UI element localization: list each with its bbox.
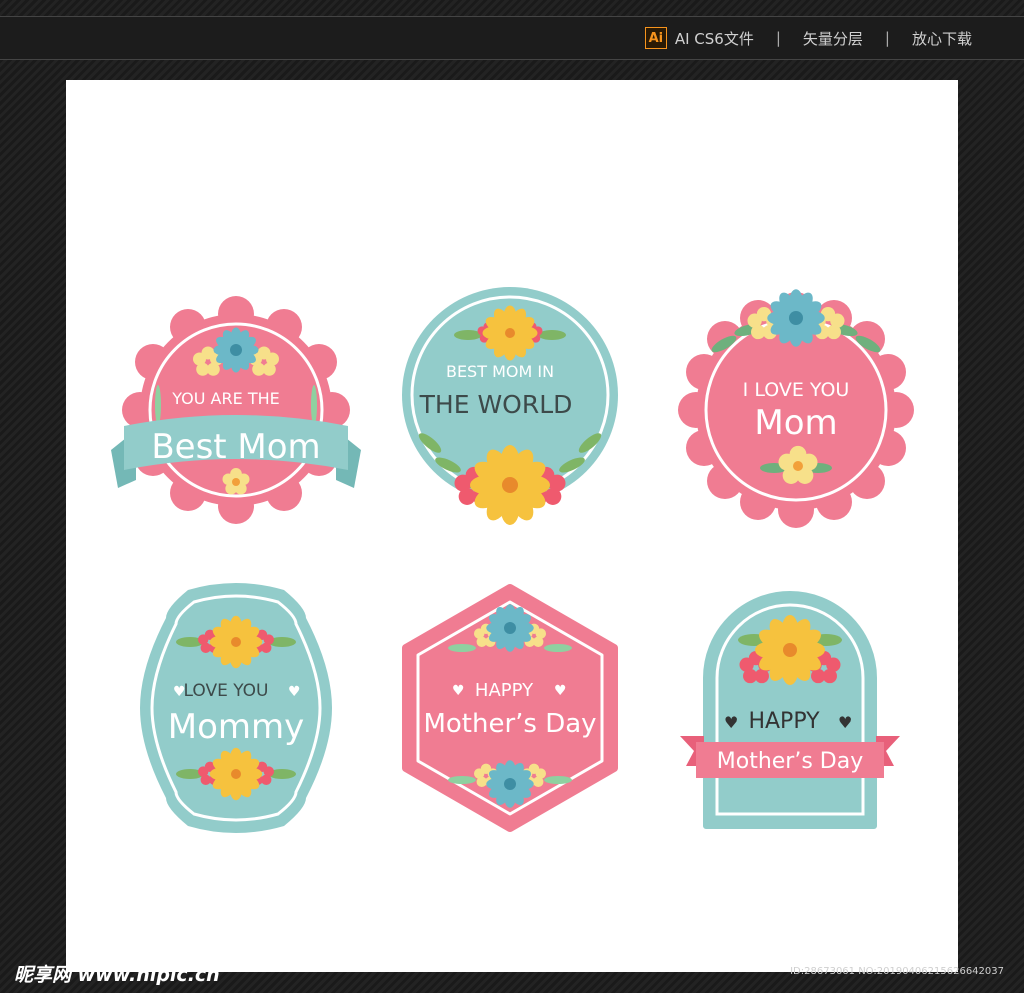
- artboard: YOU ARE THE Best Mom BEST MOM IN THE WOR…: [66, 80, 958, 972]
- illustrator-icon: Ai: [644, 27, 667, 49]
- badge-mommy-line2: Mommy: [168, 707, 305, 747]
- watermark-site: 昵享网 www.nipic.cn: [14, 964, 220, 986]
- badge-best-mom-line2: Best Mom: [151, 427, 320, 467]
- badge-love-mom-line2: Mom: [754, 403, 837, 443]
- download-label: 放心下载: [911, 29, 972, 48]
- badge-best-mom: YOU ARE THE Best Mom: [111, 296, 361, 524]
- heart-icon: ♥: [288, 684, 301, 700]
- heart-icon: ♥: [724, 713, 738, 732]
- badge-world-line2: THE WORLD: [419, 390, 573, 419]
- badge-illustration: YOU ARE THE Best Mom BEST MOM IN THE WOR…: [111, 287, 914, 833]
- heart-icon: ♥: [554, 683, 567, 699]
- badge-love-you-mommy: ♥ ♥ LOVE YOU Mommy: [140, 583, 332, 833]
- badge-best-mom-world: BEST MOM IN THE WORLD: [402, 287, 618, 525]
- format-label: AI CS6文件: [674, 29, 754, 48]
- badge-happy-mothers-day-arch: ♥ ♥ HAPPY Mother’s Day: [680, 591, 900, 829]
- top-info-bar: Ai AI CS6文件 | 矢量分层 | 放心下载: [0, 16, 1024, 60]
- watermark-id: ID:28673061 NO:20190406215626642037: [790, 966, 1004, 977]
- heart-icon: ♥: [452, 683, 465, 699]
- heart-icon: ♥: [838, 713, 852, 732]
- layers-label: 矢量分层: [802, 29, 863, 48]
- file-info: Ai AI CS6文件 | 矢量分层 | 放心下载: [644, 17, 972, 59]
- badge-happy-mothers-day-hex: ♥ ♥ HAPPY Mother’s Day: [402, 584, 618, 832]
- badge-hex-line2: Mother’s Day: [423, 709, 596, 739]
- separator: |: [775, 29, 781, 47]
- badge-mommy-line1: LOVE YOU: [184, 681, 269, 701]
- badge-arch-line2: Mother’s Day: [717, 749, 863, 774]
- badge-best-mom-line1: YOU ARE THE: [171, 389, 279, 408]
- badge-love-mom-line1: I LOVE YOU: [743, 379, 850, 401]
- badge-world-line1: BEST MOM IN: [446, 362, 554, 381]
- badge-i-love-you-mom: I LOVE YOU Mom: [678, 289, 914, 528]
- badge-hex-line1: HAPPY: [475, 680, 534, 701]
- badge-arch-line1: HAPPY: [748, 709, 820, 734]
- separator: |: [884, 29, 890, 47]
